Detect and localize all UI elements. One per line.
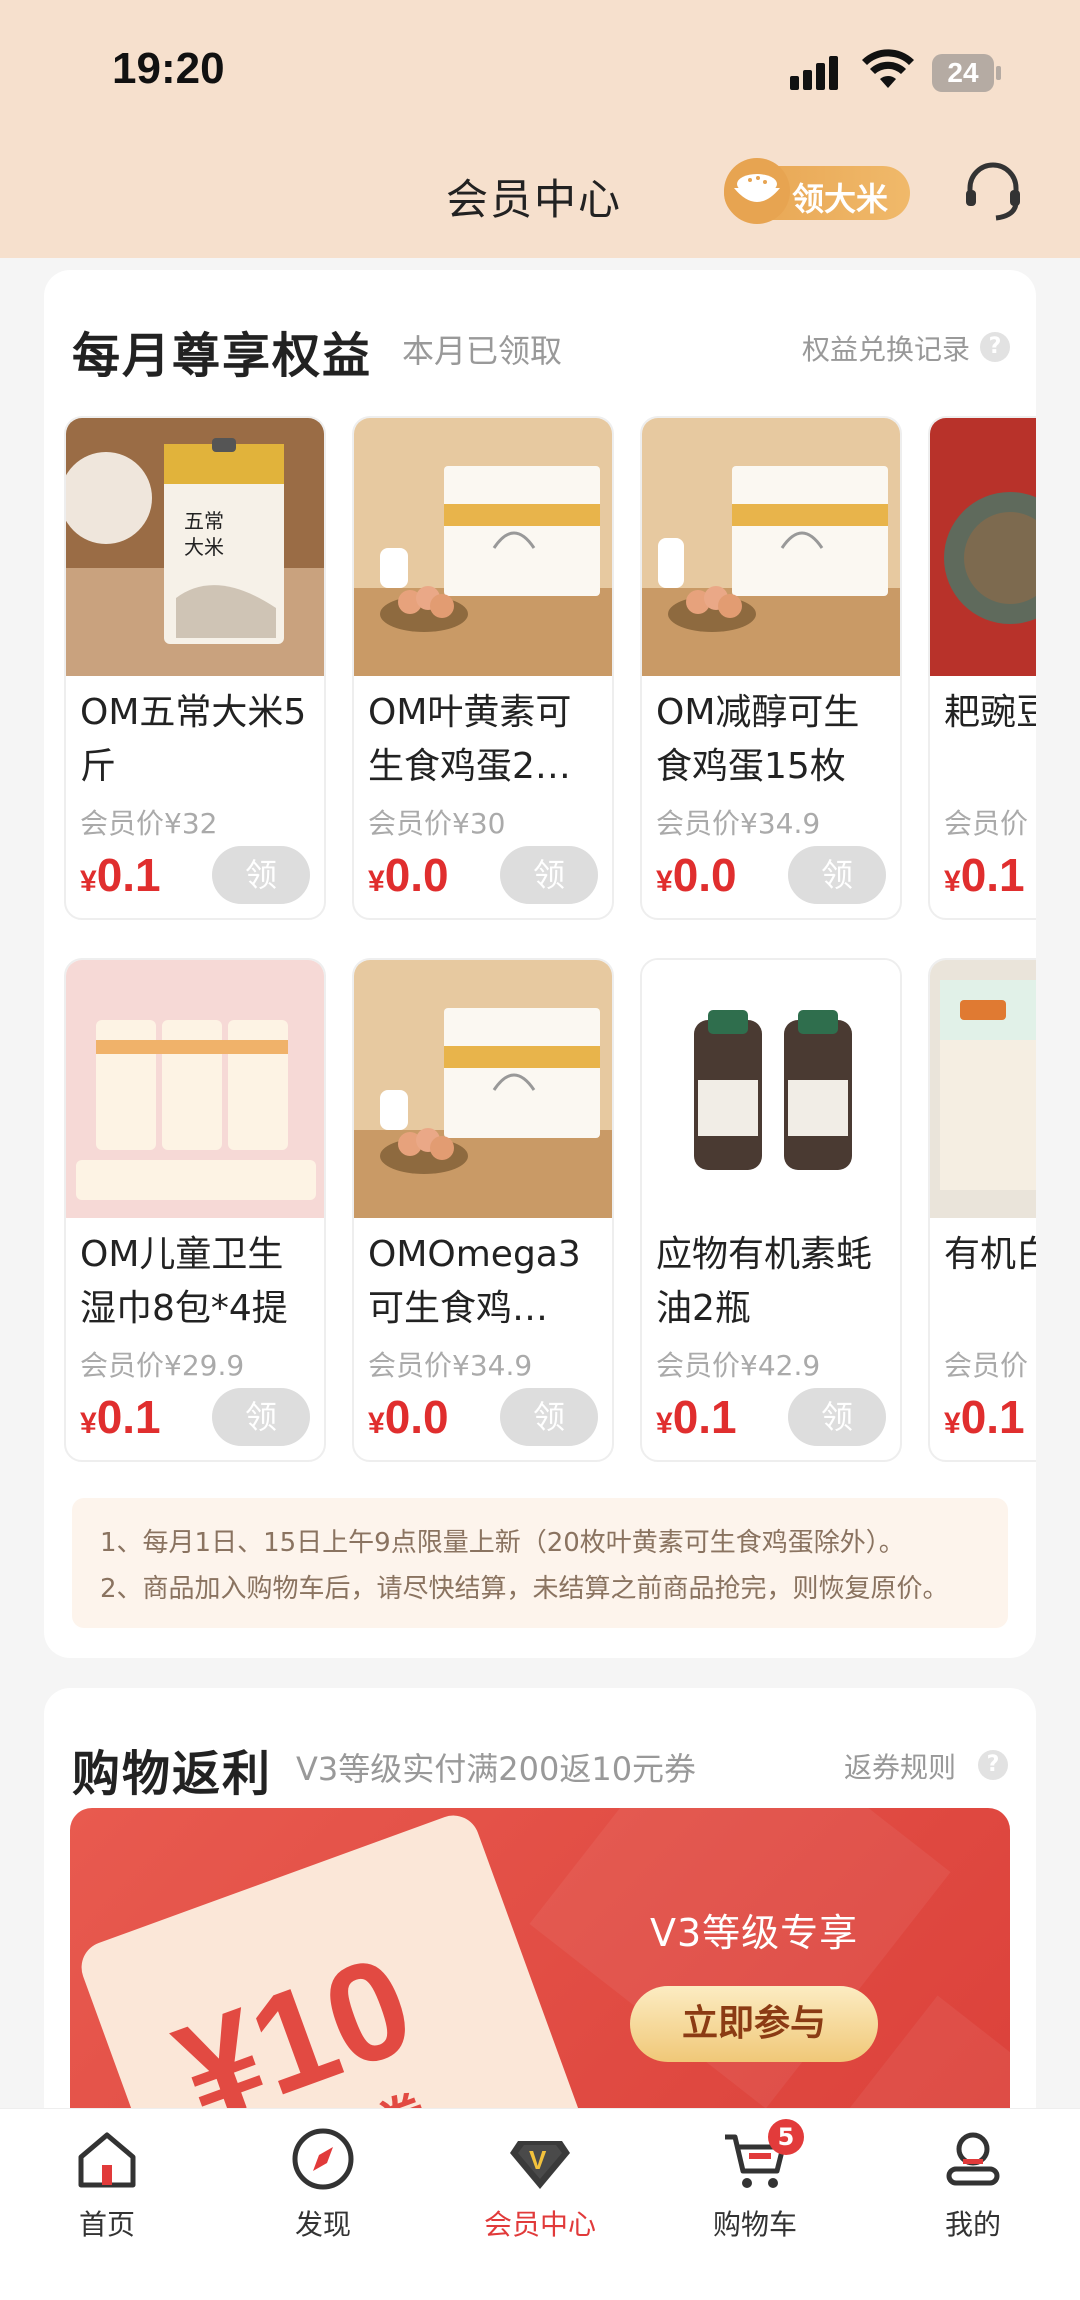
cart-badge: 5 [768, 2119, 804, 2155]
notice-line: 2、商品加入购物车后，请尽快结算，未结算之前商品抢完，则恢复原价。 [100, 1574, 949, 1604]
claim-button[interactable]: 领 [788, 846, 886, 904]
monthly-benefits-card: 每月尊享权益 本月已领取 权益兑换记录 ? 五常 大米 OM五常大米5斤 会员价… [44, 270, 1036, 1658]
rice-bowl-icon [724, 158, 790, 224]
member-price: 会员价¥32 [80, 807, 218, 840]
nav-label: 首页 [78, 2208, 135, 2241]
claim-button[interactable]: 领 [788, 1388, 886, 1446]
top-bar: 19:20 24 会员中心 领大米 [0, 0, 1080, 258]
member-price: 会员价¥29.9 [80, 1349, 245, 1382]
current-price: ¥0.0 [368, 1391, 449, 1443]
current-price: ¥0.0 [656, 849, 737, 901]
product-card[interactable]: 有机白耳150 会员价 ¥0.1 [928, 958, 1036, 1462]
nav-item-member-center[interactable]: V 会员中心 [465, 2123, 615, 2243]
product-image [930, 960, 1036, 1218]
member-price: 会员价¥34.9 [368, 1349, 533, 1382]
product-image [354, 960, 612, 1218]
product-name: 有机白耳150 [944, 1234, 1036, 1275]
cellular-signal-icon [790, 56, 846, 90]
vip-icon: V [510, 2141, 570, 2189]
wifi-icon [862, 49, 914, 88]
rebate-subtitle: V3等级实付满200返10元券 [296, 1750, 697, 1788]
get-rice-label: 领大米 [792, 180, 889, 218]
current-price: ¥0.1 [944, 1391, 1025, 1443]
nav-item-home[interactable]: 首页 [32, 2123, 182, 2243]
member-price: 会员价¥30 [368, 807, 506, 840]
monthly-status: 本月已领取 [402, 332, 563, 370]
product-card[interactable]: 耙豌豆面3盒 会员价 ¥0.1 [928, 416, 1036, 920]
product-name: OM减醇可生食鸡蛋15枚 [656, 692, 860, 787]
nav-label: 发现 [294, 2208, 351, 2241]
current-price: ¥0.1 [944, 849, 1025, 901]
get-rice-button[interactable]: 领大米 [724, 158, 910, 224]
level-exclusive-text: V3等级专享 [650, 1911, 859, 1955]
product-image [354, 418, 612, 676]
monthly-benefits-title: 每月尊享权益 [72, 328, 373, 384]
exchange-record-link[interactable]: 权益兑换记录 [802, 328, 970, 368]
svg-text:V: V [529, 2145, 547, 2175]
product-card[interactable]: 五常 大米 OM五常大米5斤 会员价¥32 ¥0.1 领 [64, 416, 326, 920]
product-image [930, 418, 1036, 676]
product-name: OM叶黄素可生食鸡蛋2… [368, 692, 572, 787]
customer-service-icon[interactable] [958, 156, 1028, 226]
product-card[interactable]: OM减醇可生食鸡蛋15枚 会员价¥34.9 ¥0.0 领 [640, 416, 902, 920]
member-price: 会员价 [944, 1349, 1029, 1382]
product-name: OMOmega3可生食鸡… [368, 1234, 581, 1329]
nav-label: 购物车 [712, 2208, 797, 2241]
nav-label: 我的 [944, 2208, 1001, 2241]
product-name: 耙豌豆面3盒 [944, 692, 1036, 733]
product-name: OM儿童卫生湿巾8包*4提 [80, 1234, 288, 1329]
rebate-rules-link[interactable]: 返券规则 [844, 1746, 956, 1786]
help-icon[interactable]: ? [978, 1750, 1008, 1780]
product-name: OM五常大米5斤 [80, 692, 307, 787]
nav-item-discover[interactable]: 发现 [248, 2123, 398, 2243]
benefit-notice: 1、每月1日、15日上午9点限量上新（20枚叶黄素可生食鸡蛋除外）。 2、商品加… [72, 1498, 1008, 1628]
nav-item-profile[interactable]: 我的 [898, 2123, 1048, 2243]
member-price: 会员价¥42.9 [656, 1349, 821, 1382]
product-card[interactable]: OM儿童卫生湿巾8包*4提 会员价¥29.9 ¥0.1 领 [64, 958, 326, 1462]
claim-button[interactable]: 领 [212, 846, 310, 904]
nav-item-cart[interactable]: 5 购物车 [680, 2119, 830, 2243]
member-price: 会员价¥34.9 [656, 807, 821, 840]
battery-icon: 24 [932, 54, 1002, 92]
product-image [642, 960, 900, 1218]
compass-icon [292, 2128, 354, 2190]
product-name: 应物有机素蚝油2瓶 [656, 1234, 873, 1329]
current-price: ¥0.0 [368, 849, 449, 901]
home-icon [78, 2132, 136, 2188]
help-icon[interactable]: ? [980, 332, 1010, 362]
shopping-rebate-title: 购物返利 [72, 1746, 273, 1802]
current-price: ¥0.1 [80, 849, 161, 901]
svg-text:大米: 大米 [184, 535, 224, 559]
product-card[interactable]: OMOmega3可生食鸡… 会员价¥34.9 ¥0.0 领 [352, 958, 614, 1462]
nav-label: 会员中心 [483, 2208, 596, 2241]
member-price: 会员价 [944, 807, 1029, 840]
join-now-button[interactable]: 立即参与 [630, 1986, 878, 2062]
product-card[interactable]: 应物有机素蚝油2瓶 会员价¥42.9 ¥0.1 领 [640, 958, 902, 1462]
product-grid: 五常 大米 OM五常大米5斤 会员价¥32 ¥0.1 领 OM叶黄素可生食鸡蛋2… [64, 416, 1036, 1466]
notice-line: 1、每月1日、15日上午9点限量上新（20枚叶黄素可生食鸡蛋除外）。 [100, 1528, 905, 1558]
page-title: 会员中心 [446, 175, 623, 224]
product-image: 五常 大米 [66, 418, 324, 676]
battery-level: 24 [932, 54, 994, 92]
current-price: ¥0.1 [656, 1391, 737, 1443]
claim-button[interactable]: 领 [500, 846, 598, 904]
product-image [66, 960, 324, 1218]
product-image [642, 418, 900, 676]
profile-icon [946, 2132, 1000, 2186]
claim-button[interactable]: 领 [500, 1388, 598, 1446]
product-card[interactable]: OM叶黄素可生食鸡蛋2… 会员价¥30 ¥0.0 领 [352, 416, 614, 920]
bottom-nav: 首页 发现 V 会员中心 5 购物车 我的 [0, 2108, 1080, 2300]
svg-text:五常: 五常 [184, 509, 224, 533]
current-price: ¥0.1 [80, 1391, 161, 1443]
status-time: 19:20 [112, 44, 225, 93]
claim-button[interactable]: 领 [212, 1388, 310, 1446]
